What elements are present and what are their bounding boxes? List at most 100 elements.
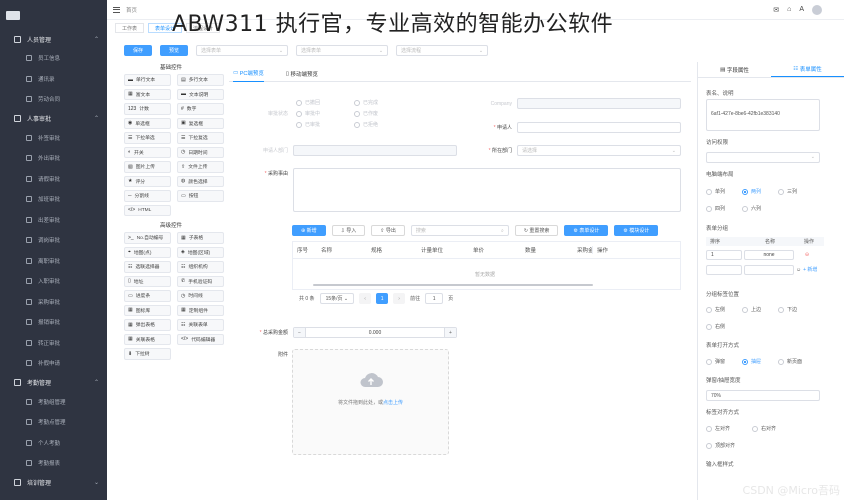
status-radio[interactable]: 已撤回: [296, 99, 344, 106]
palette-item[interactable]: ◐ 开关: [124, 146, 171, 158]
layout-radio[interactable]: 三列: [778, 188, 814, 195]
palette-item[interactable]: ◷ 日期时间: [177, 146, 224, 158]
import-button[interactable]: ⇩ 导入: [331, 225, 366, 236]
palette-item[interactable]: ▧ 图片上传: [124, 161, 171, 173]
palette-item[interactable]: ◍ 颜色选择: [177, 175, 224, 187]
palette-item[interactable]: ⬇ 下拉树: [124, 348, 171, 360]
delete-icon[interactable]: ⊖: [796, 252, 818, 258]
preview-button[interactable]: 预览: [160, 45, 189, 56]
align-radio[interactable]: 右对齐: [752, 425, 798, 432]
align-radio[interactable]: 左对齐: [706, 425, 752, 432]
form-design-button[interactable]: ⚙ 表单设计: [564, 225, 609, 236]
goto-page-input[interactable]: 1: [425, 293, 444, 304]
palette-item[interactable]: ☷ 关联表单: [177, 319, 224, 331]
palette-item[interactable]: ☰ 下拉复选: [177, 132, 224, 144]
sidebar-item[interactable]: 转正审批: [0, 333, 107, 354]
page-size-select[interactable]: 15条/页 ⌄: [319, 293, 355, 304]
palette-item[interactable]: ▦ 关联表格: [124, 333, 171, 345]
tab-field-props[interactable]: ▤ 字段属性: [698, 62, 771, 77]
horizontal-scrollbar[interactable]: [313, 284, 593, 286]
palette-item[interactable]: ▭ 按钮: [177, 190, 224, 202]
sidebar-group[interactable]: 人事审批 ⌃: [0, 110, 107, 128]
palette-item[interactable]: ▦ 定制组件: [177, 304, 224, 316]
sidebar-item[interactable]: 出差审批: [0, 210, 107, 231]
next-page-button[interactable]: ›: [393, 293, 406, 304]
minus-icon[interactable]: −: [294, 328, 306, 337]
sidebar-item[interactable]: 考勤报表: [0, 453, 107, 474]
prev-page-button[interactable]: ‹: [359, 293, 372, 304]
tab-form-props[interactable]: ☷ 表单属性: [771, 62, 844, 77]
palette-item[interactable]: ★ 评分: [124, 175, 171, 187]
group-order-input[interactable]: 1: [706, 249, 742, 260]
palette-item[interactable]: ✆ 手机验证码: [177, 275, 224, 287]
access-select[interactable]: ⌄: [706, 152, 820, 163]
open-radio[interactable]: 新页面: [778, 358, 814, 365]
palette-item[interactable]: ▬ 单行文本: [124, 74, 171, 86]
layout-radio-selected[interactable]: 两列: [742, 188, 778, 195]
palette-item[interactable]: ▦ 富文本: [124, 88, 171, 100]
palette-item[interactable]: ◉ 单选框: [124, 117, 171, 129]
company-input[interactable]: [517, 98, 681, 109]
sidebar-item[interactable]: 员工信息: [0, 48, 107, 69]
sidebar-item[interactable]: 补签审批: [0, 128, 107, 149]
align-radio[interactable]: 顶部对齐: [706, 442, 766, 449]
palette-item[interactable]: ◷ 时间线: [177, 290, 224, 302]
palette-item[interactable]: ▭ 进度条: [124, 290, 171, 302]
applicant-dept-input[interactable]: [293, 145, 457, 156]
status-radio[interactable]: 已审批: [296, 121, 344, 128]
group-name-input[interactable]: none: [744, 249, 794, 260]
flow-select[interactable]: 选择流程 ⌄: [396, 45, 489, 56]
palette-item[interactable]: ─ 分割线: [124, 190, 171, 202]
sidebar-item[interactable]: 加班审批: [0, 189, 107, 210]
new-name-input[interactable]: [744, 264, 794, 275]
palette-item[interactable]: ▦ 弹出表格: [124, 319, 171, 331]
message-icon[interactable]: ✉: [773, 6, 779, 14]
sidebar-item[interactable]: 报销审批: [0, 312, 107, 333]
dept-select[interactable]: 请选择 ⌄: [517, 145, 681, 156]
layout-radio[interactable]: 四列: [706, 205, 742, 212]
width-input[interactable]: 70%: [706, 390, 820, 401]
tabpos-radio[interactable]: 右侧: [706, 323, 742, 330]
upload-dropzone[interactable]: 将文件拖到此处，或点击上传: [292, 349, 449, 455]
notification-icon[interactable]: ⌂: [787, 6, 791, 13]
palette-item[interactable]: ☷ 组织机构: [177, 261, 224, 273]
palette-item[interactable]: ⇪ 文件上传: [177, 161, 224, 173]
tag-item[interactable]: 工作表: [115, 23, 145, 33]
sidebar-item[interactable]: 入职审批: [0, 271, 107, 292]
sidebar-item[interactable]: 补假申请: [0, 353, 107, 374]
sidebar-item[interactable]: 请假审批: [0, 169, 107, 190]
palette-item[interactable]: >_ No.自动编号: [124, 232, 171, 244]
reason-textarea[interactable]: [293, 168, 681, 212]
sidebar-item[interactable]: 个人考勤: [0, 433, 107, 454]
amount-stepper[interactable]: − 0.000 +: [293, 327, 457, 338]
palette-item[interactable]: ▯ 地址: [124, 275, 171, 287]
open-radio-selected[interactable]: 抽屉: [742, 358, 778, 365]
open-radio[interactable]: 弹窗: [706, 358, 742, 365]
new-order-input[interactable]: [706, 264, 742, 275]
palette-item[interactable]: ☰ 下拉单选: [124, 132, 171, 144]
sidebar-item[interactable]: 劳动合同: [0, 89, 107, 110]
tab-pc-preview[interactable]: ▭ PC端预览: [233, 66, 264, 82]
palette-item[interactable]: </> HTML: [124, 204, 171, 216]
table-name-textarea[interactable]: 6af1-427e-8be6-42fb1e383140: [706, 99, 820, 131]
save-button[interactable]: 保存: [124, 45, 153, 56]
status-radio[interactable]: 已完成: [354, 99, 402, 106]
palette-item[interactable]: ▦ 图标库: [124, 304, 171, 316]
form-select-2[interactable]: 选择表单 ⌄: [296, 45, 389, 56]
palette-item[interactable]: ☷ 选联选择器: [124, 261, 171, 273]
tabpos-radio[interactable]: 左侧: [706, 306, 742, 313]
palette-item[interactable]: ▣ 复选框: [177, 117, 224, 129]
page-number-active[interactable]: 1: [376, 293, 389, 304]
sidebar-item[interactable]: 离职审批: [0, 251, 107, 272]
menu-toggle-icon[interactable]: [113, 6, 120, 13]
add-group-button[interactable]: + 新增: [803, 266, 817, 273]
palette-item[interactable]: 123 计数: [124, 103, 171, 115]
sidebar-group[interactable]: 人员管理 ⌃: [0, 30, 107, 48]
status-radio[interactable]: 审批中: [296, 110, 344, 117]
layout-radio[interactable]: 六列: [742, 205, 778, 212]
palette-item[interactable]: ▦ 子表格: [177, 232, 224, 244]
palette-item[interactable]: ⌖ 地图(点): [124, 246, 171, 258]
add-row-button[interactable]: ⊕ 新增: [292, 225, 326, 236]
language-icon[interactable]: A: [799, 6, 804, 13]
tab-mobile-preview[interactable]: ▯ 移动端预览: [286, 66, 318, 82]
